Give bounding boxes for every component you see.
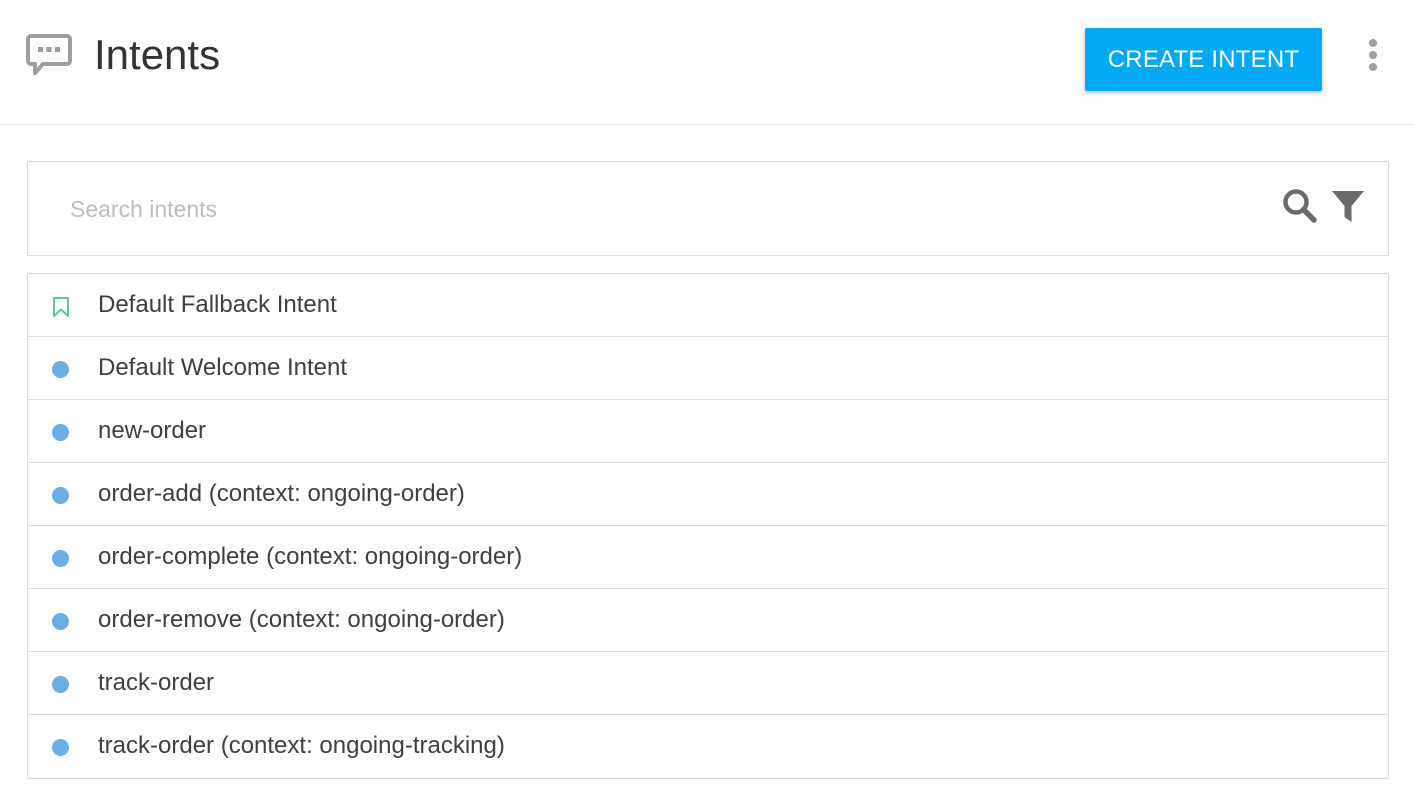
intent-status-dot bbox=[52, 676, 69, 693]
intent-status-dot bbox=[52, 487, 69, 504]
intent-status-dot bbox=[52, 550, 69, 567]
intent-status-dot bbox=[52, 361, 69, 378]
search-bar bbox=[27, 161, 1389, 256]
intent-row[interactable]: Default Fallback Intent bbox=[28, 274, 1388, 337]
intent-row[interactable]: Default Welcome Intent bbox=[28, 337, 1388, 400]
intent-label: order-complete (context: ongoing-order) bbox=[98, 543, 523, 570]
intent-status-dot bbox=[52, 739, 69, 756]
intent-row[interactable]: track-order (context: ongoing-tracking) bbox=[28, 715, 1388, 778]
filter-icon[interactable] bbox=[1331, 189, 1365, 225]
intent-row[interactable]: track-order bbox=[28, 652, 1388, 715]
intent-status-dot bbox=[52, 613, 69, 630]
page-title: Intents bbox=[94, 31, 221, 78]
intent-row[interactable]: new-order bbox=[28, 400, 1388, 463]
intent-label: track-order bbox=[98, 669, 215, 696]
more-vert-icon[interactable] bbox=[1360, 38, 1386, 72]
intent-label: Default Welcome Intent bbox=[98, 354, 348, 381]
intent-label: Default Fallback Intent bbox=[98, 291, 337, 318]
intent-label: track-order (context: ongoing-tracking) bbox=[98, 732, 505, 759]
intent-row[interactable]: order-add (context: ongoing-order) bbox=[28, 463, 1388, 526]
intent-label: order-add (context: ongoing-order) bbox=[98, 480, 465, 507]
create-intent-button[interactable]: CREATE INTENT bbox=[1085, 28, 1322, 91]
intent-status-dot bbox=[52, 424, 69, 441]
intent-label: new-order bbox=[98, 417, 207, 444]
bookmark-icon bbox=[53, 297, 69, 317]
intent-list: Default Fallback Intent Default Welcome I… bbox=[27, 273, 1389, 779]
search-input[interactable] bbox=[70, 189, 1250, 229]
page-header: Intents CREATE INTENT bbox=[0, 0, 1415, 125]
chat-bubble-icon bbox=[26, 34, 72, 75]
intent-row[interactable]: order-remove (context: ongoing-order) bbox=[28, 589, 1388, 652]
intent-row[interactable]: order-complete (context: ongoing-order) bbox=[28, 526, 1388, 589]
search-icon[interactable] bbox=[1282, 188, 1318, 224]
intent-label: order-remove (context: ongoing-order) bbox=[98, 606, 505, 633]
